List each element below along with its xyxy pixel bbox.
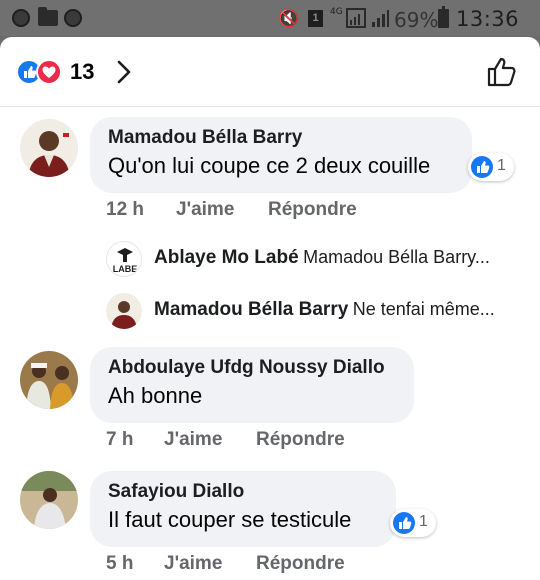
reply-button[interactable]: Répondre	[268, 199, 357, 221]
reply-author[interactable]: Mamadou Bélla Barry	[154, 299, 348, 320]
comment-author[interactable]: Abdoulaye Ufdg Noussy Diallo	[108, 357, 396, 379]
comment-actions: 12 h J'aime Répondre	[106, 199, 406, 223]
love-icon	[36, 59, 62, 85]
comment-bubble[interactable]: Mamadou Bélla Barry Qu'on lui coupe ce 2…	[90, 117, 472, 193]
reaction-count: 1	[419, 513, 428, 530]
comment-bubble[interactable]: Abdoulaye Ufdg Noussy Diallo Ah bonne	[90, 347, 414, 423]
comment-text: Qu'on lui coupe ce 2 deux couille	[108, 153, 431, 178]
reaction-count: 1	[497, 157, 506, 174]
reactions-header: 13	[0, 37, 540, 107]
reaction-summary[interactable]	[16, 59, 66, 85]
like-button[interactable]: J'aime	[164, 429, 222, 451]
comment-author[interactable]: Safayiou Diallo	[108, 481, 378, 503]
clock: 13:36	[456, 7, 520, 31]
comment-actions: 7 h J'aime Répondre	[106, 429, 406, 453]
chevron-right-icon[interactable]	[112, 59, 136, 85]
like-button[interactable]: J'aime	[164, 553, 222, 575]
network-type: 4G	[330, 7, 343, 17]
signal-icon	[346, 8, 366, 28]
comment-timestamp: 12 h	[106, 199, 145, 220]
avatar[interactable]	[106, 293, 142, 329]
reply-text: Ne tenfai même...	[352, 299, 495, 319]
comment-bubble[interactable]: Safayiou Diallo Il faut couper se testic…	[90, 471, 396, 547]
comment-reaction-badge[interactable]: 1	[468, 153, 514, 181]
thumbs-up-outline-icon[interactable]	[486, 55, 520, 89]
comments-sheet: 13 Mamadou Bélla Barry Qu'on lui coupe c…	[0, 37, 540, 580]
reply-button[interactable]: Répondre	[256, 429, 345, 451]
comment-text: Ah bonne	[108, 383, 203, 408]
comment-reaction-badge[interactable]: 1	[390, 509, 436, 537]
comment-timestamp: 5 h	[106, 553, 134, 574]
avatar[interactable]	[20, 471, 78, 529]
status-bar: 🔇 1 4G 69% 13:36	[0, 0, 540, 36]
avatar-logo-text: LABE	[113, 264, 138, 274]
reply-preview[interactable]: LABE Ablaye Mo Labé Mamadou Bélla Barry.…	[0, 239, 540, 279]
comment-author[interactable]: Mamadou Bélla Barry	[108, 127, 454, 149]
comment-timestamp: 7 h	[106, 429, 134, 450]
reply-line: Mamadou Bélla Barry Ne tenfai même...	[154, 299, 495, 321]
comment: Abdoulaye Ufdg Noussy Diallo Ah bonne 7 …	[0, 347, 540, 457]
signal-bars-icon	[372, 10, 389, 27]
system-icons: 🔇 1 4G 69% 13:36	[278, 6, 528, 32]
sim-icon: 1	[308, 10, 323, 27]
message-icon	[64, 9, 82, 27]
reply-text: Mamadou Bélla Barry...	[303, 247, 490, 267]
reply-button[interactable]: Répondre	[256, 553, 345, 575]
avatar[interactable]: LABE	[106, 241, 142, 277]
like-icon	[471, 156, 493, 178]
battery-icon	[438, 6, 449, 28]
comment-text: Il faut couper se testicule	[108, 507, 352, 532]
reaction-count[interactable]: 13	[70, 59, 94, 85]
comment: Mamadou Bélla Barry Qu'on lui coupe ce 2…	[0, 117, 540, 227]
mute-icon: 🔇	[278, 9, 300, 29]
reply-line: Ablaye Mo Labé Mamadou Bélla Barry...	[154, 247, 490, 269]
like-button[interactable]: J'aime	[176, 199, 234, 221]
avatar[interactable]	[20, 351, 78, 409]
reply-preview[interactable]: Mamadou Bélla Barry Ne tenfai même...	[0, 293, 540, 333]
like-icon	[393, 512, 415, 534]
avatar[interactable]	[20, 119, 78, 177]
messenger-icon	[12, 9, 30, 27]
folder-icon	[38, 7, 58, 26]
reply-author[interactable]: Ablaye Mo Labé	[154, 247, 299, 268]
battery-percent: 69%	[394, 8, 439, 32]
comment: Safayiou Diallo Il faut couper se testic…	[0, 471, 540, 580]
comment-actions: 5 h J'aime Répondre	[106, 553, 406, 577]
